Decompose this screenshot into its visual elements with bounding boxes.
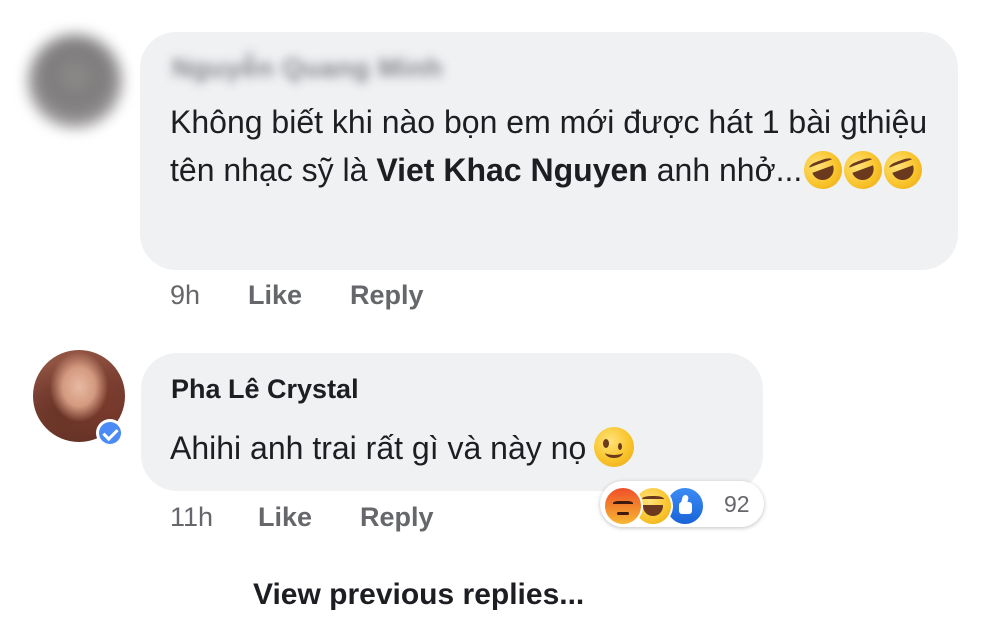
comment-timestamp[interactable]: 11h (170, 502, 213, 533)
reply-button[interactable]: Reply (360, 502, 434, 533)
rofl-emoji-icon (838, 145, 888, 195)
verified-badge-icon (96, 419, 124, 447)
winking-face-emoji-icon (594, 427, 635, 467)
reaction-count: 92 (724, 491, 750, 517)
rofl-emoji-icon (798, 145, 848, 195)
like-button[interactable]: Like (258, 502, 312, 533)
comment-timestamp[interactable]: 9h (170, 280, 200, 311)
reactions-summary[interactable]: 92 (600, 481, 764, 527)
view-previous-replies-link[interactable]: View previous replies... (253, 578, 584, 612)
reply-button[interactable]: Reply (350, 280, 424, 311)
comment-text-part: anh nhở... (647, 152, 803, 188)
avatar-blurred[interactable] (28, 34, 122, 128)
comment-author[interactable]: Pha Lê Crystal (171, 374, 359, 405)
comment-text: Không biết khi nào bọn em mới được hát 1… (170, 98, 940, 195)
angry-reaction-icon (603, 486, 643, 526)
tagged-name[interactable]: Viet Khac Nguyen (376, 152, 647, 188)
like-button[interactable]: Like (248, 280, 302, 311)
comment-text: Ahihi anh trai rất gì và này nọ (170, 426, 635, 470)
comment-author-blurred[interactable]: Nguyễn Quang Minh (172, 53, 443, 84)
rofl-emoji-icon (878, 145, 928, 195)
comment-text-part: Ahihi anh trai rất gì và này nọ (170, 430, 587, 466)
